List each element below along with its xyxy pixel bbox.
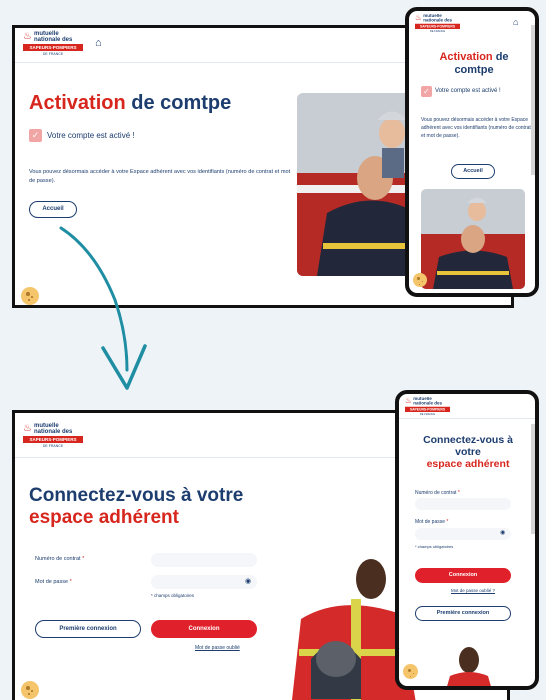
page-title: Connectez-vous à votre espace adhérent (29, 485, 244, 528)
contract-label-mobile: Numéro de contrat * (415, 490, 460, 496)
brand-sub: DE FRANCE (42, 52, 64, 56)
password-input-mobile[interactable] (415, 528, 511, 540)
cookie-icon[interactable] (21, 287, 39, 305)
check-icon: ✓ (421, 86, 432, 97)
page-title-mobile: Connectez-vous à votre espace adhérent (423, 434, 513, 471)
brand-sub: DE FRANCE (419, 412, 436, 416)
scrollbar[interactable] (531, 424, 535, 534)
brand-band: SAPEURS-POMPIERS (23, 436, 83, 443)
password-input[interactable] (151, 575, 257, 589)
firefighter-photo-mobile (421, 189, 525, 289)
brand-name: mutuelle nationale des (423, 14, 453, 23)
brand-band: SAPEURS-POMPIERS (23, 44, 83, 51)
first-login-button-mobile[interactable]: Première connexion (415, 606, 511, 621)
connect-button-mobile[interactable]: Connexion (415, 568, 511, 583)
contract-input-mobile[interactable] (415, 498, 511, 510)
eye-icon[interactable]: ◉ (245, 577, 251, 585)
page-title: Activation de comtpe (29, 92, 232, 114)
success-message: Votre compte est activé ! (47, 131, 135, 140)
cookie-icon[interactable] (403, 664, 418, 679)
contract-input[interactable] (151, 553, 257, 567)
flame-icon: ♨ (415, 14, 422, 23)
check-icon: ✓ (29, 129, 42, 142)
required-note: * champs obligatoires (151, 593, 195, 598)
brand-logo[interactable]: ♨ mutuelle nationale des SAPEURS-POMPIERS… (23, 31, 85, 59)
brand-logo-mobile[interactable]: ♨ mutuelle nationale des SAPEURS-POMPIERS… (405, 397, 452, 418)
cookie-icon[interactable] (413, 273, 427, 287)
brand-sub: DE FRANCE (42, 444, 64, 448)
page-title-mobile: Activation de comtpe (439, 51, 509, 76)
password-label: Mot de passe * (35, 579, 72, 585)
brand-sub: DE FRANCE (429, 29, 446, 33)
contract-label: Numéro de contrat * (35, 556, 85, 562)
mobile-login-frame: ♨ mutuelle nationale des SAPEURS-POMPIERS… (395, 390, 539, 690)
password-label-mobile: Mot de passe * (415, 519, 449, 525)
brand-band: SAPEURS-POMPIERS (405, 406, 450, 412)
home-button[interactable]: Accueil (29, 201, 77, 218)
home-button-mobile[interactable]: Accueil (451, 164, 495, 179)
first-login-button[interactable]: Première connexion (35, 620, 141, 638)
mobile-activation-frame: ♨ mutuelle nationale des SAPEURS-POMPIERS… (405, 7, 539, 297)
scrollbar[interactable] (531, 25, 535, 175)
firefighter-photo-mobile (444, 640, 494, 686)
brand-name: mutuelle nationale des (34, 31, 73, 43)
cookie-icon[interactable] (21, 681, 39, 699)
flame-icon: ♨ (23, 423, 32, 434)
flame-icon: ♨ (405, 397, 412, 406)
connect-button[interactable]: Connexion (151, 620, 257, 638)
transition-arrow (59, 226, 147, 390)
brand-logo-mobile[interactable]: ♨ mutuelle nationale des SAPEURS-POMPIERS… (415, 14, 462, 35)
brand-name: mutuelle nationale des (413, 397, 443, 406)
info-text-mobile: Vous pouvez désormais accéder à votre Es… (421, 117, 531, 139)
brand-logo[interactable]: ♨ mutuelle nationale des SAPEURS-POMPIERS… (23, 423, 85, 451)
flame-icon: ♨ (23, 31, 32, 42)
forgot-password-link-mobile[interactable]: Mot de passe oublié ? (451, 588, 495, 593)
header-divider (399, 418, 535, 419)
brand-band: SAPEURS-POMPIERS (415, 23, 460, 29)
success-message-mobile: Votre compte est activé ! (435, 88, 501, 94)
info-text: Vous pouvez désormais accéder à votre Es… (29, 169, 291, 184)
brand-name: mutuelle nationale des (34, 423, 73, 435)
eye-icon[interactable]: ◉ (500, 529, 505, 536)
home-icon[interactable]: ⌂ (513, 17, 518, 28)
forgot-password-link[interactable]: Mot de passe oublié (195, 645, 240, 651)
home-icon[interactable]: ⌂ (95, 38, 102, 49)
required-note-mobile: * champs obligatoires (415, 544, 454, 549)
